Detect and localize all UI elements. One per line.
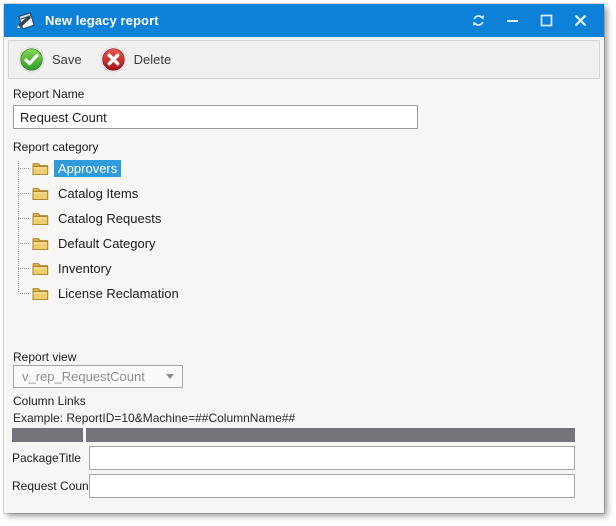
tree-item-label: License Reclamation [54, 285, 183, 302]
tree-connector [18, 293, 29, 294]
report-name-input[interactable] [13, 105, 418, 129]
column-links-example: Example: ReportID=10&Machine=##ColumnNam… [13, 411, 295, 425]
column-link-row-packagetitle: PackageTitle [12, 446, 575, 470]
tree-connector [18, 193, 29, 194]
column-links-label: Column Links [13, 394, 86, 408]
tree-item-inventory[interactable]: Inventory [13, 258, 333, 278]
report-notepad-icon [16, 11, 36, 30]
column-links-header [12, 428, 575, 442]
tree-item-label: Default Category [54, 235, 160, 252]
tree-connector [18, 168, 29, 169]
column-link-input-request-count[interactable] [89, 474, 575, 498]
tree-item-catalog-items[interactable]: Catalog Items [13, 183, 333, 203]
chevron-down-icon [166, 374, 174, 379]
window-controls [471, 13, 592, 28]
column-link-input-packagetitle[interactable] [89, 446, 575, 470]
tree-item-license-reclamation[interactable]: License Reclamation [13, 283, 333, 303]
save-button-label: Save [52, 52, 82, 67]
tree-connector [18, 268, 29, 269]
folder-icon [32, 261, 50, 276]
delete-icon [100, 46, 127, 73]
tree-connector [18, 218, 29, 219]
titlebar: New legacy report [4, 4, 604, 37]
tree-item-label: Catalog Items [54, 185, 142, 202]
category-tree: Approvers Catalog Items Catalog Requests De… [13, 158, 333, 308]
report-name-label: Report Name [13, 87, 84, 101]
delete-button[interactable]: Delete [100, 46, 172, 73]
tree-item-approvers[interactable]: Approvers [13, 158, 333, 178]
folder-icon [32, 211, 50, 226]
report-view-value: v_rep_RequestCount [22, 369, 166, 384]
column-link-row-request-count: Request Count [12, 474, 575, 498]
delete-button-label: Delete [134, 52, 172, 67]
folder-icon [32, 186, 50, 201]
close-icon[interactable] [573, 13, 588, 28]
report-view-dropdown[interactable]: v_rep_RequestCount [13, 365, 183, 388]
report-view-label: Report view [13, 350, 76, 364]
save-button[interactable]: Save [18, 46, 82, 73]
column-link-label: PackageTitle [12, 451, 89, 465]
toolbar: Save Delete [8, 40, 600, 79]
save-icon [18, 46, 45, 73]
window-title: New legacy report [45, 13, 159, 28]
folder-icon [32, 161, 50, 176]
folder-icon [32, 286, 50, 301]
header-cell [12, 428, 83, 442]
tree-item-default-category[interactable]: Default Category [13, 233, 333, 253]
refresh-icon[interactable] [471, 13, 486, 28]
tree-item-catalog-requests[interactable]: Catalog Requests [13, 208, 333, 228]
tree-item-label: Approvers [54, 160, 121, 177]
dialog-window: New legacy report [4, 4, 604, 513]
header-cell [86, 428, 575, 442]
tree-connector [18, 243, 29, 244]
minimize-icon[interactable] [505, 13, 520, 28]
tree-item-label: Catalog Requests [54, 210, 165, 227]
report-category-label: Report category [13, 140, 98, 154]
column-links-table: PackageTitle Request Count [12, 428, 575, 502]
column-link-label: Request Count [12, 479, 89, 493]
folder-icon [32, 236, 50, 251]
maximize-icon[interactable] [539, 13, 554, 28]
tree-item-label: Inventory [54, 260, 115, 277]
